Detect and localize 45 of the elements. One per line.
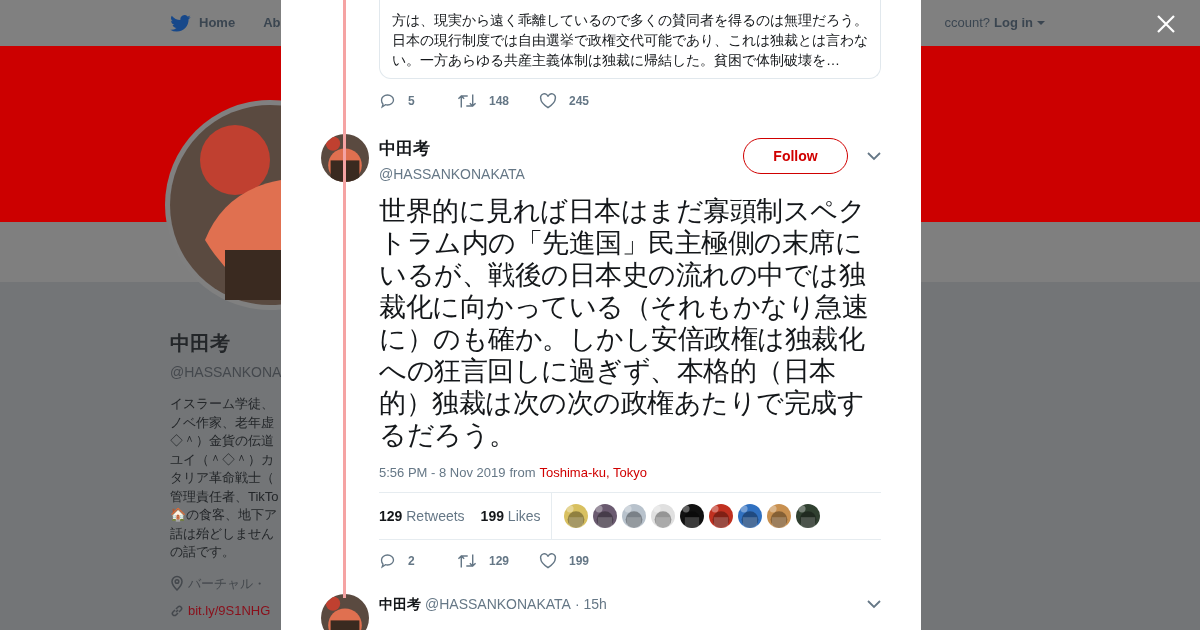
reply-author-handle[interactable]: @HASSANKONAKATA	[425, 594, 571, 615]
link-icon	[170, 603, 184, 618]
account-prompt: ccount?	[944, 14, 990, 33]
location-link[interactable]: Toshima-ku, Tokyo	[539, 462, 647, 482]
profile-name: 中田考	[170, 331, 231, 356]
author-handle[interactable]: @HASSANKONAKATA	[379, 163, 743, 185]
quoted-tweet-card[interactable]: 方は、現実から遠く乖離しているので多くの賛同者を得るのは無理だろう。日本の現行制度では自由選挙で政権交代可能であり、これは独裁とは言わない。一方あらゆる共産主義体制は独裁に帰結した。貧困で体制破壊を…	[379, 0, 881, 79]
reply-count: 2	[408, 553, 415, 570]
like-count: 245	[569, 93, 590, 110]
bio-line: の話です。	[170, 543, 236, 561]
reply-age[interactable]: · 15h	[574, 594, 607, 615]
tweet-text: 世界的に見れば日本はまだ寡頭制スペクトラム内の「先進国」民主極側の末席にいるが、戦後の日本史の流れの中では独裁化に向かっている（それもかなり急速に）のも確か。しかし安倍政権は独裁化への狂言回しに過ぎず、本格的（日本的）独裁は次の次の政権あたりで完成するだろう。	[379, 194, 869, 451]
author-name[interactable]: 中田考	[379, 136, 743, 162]
bio-line: ◇＾）金貨の伝道	[170, 432, 275, 450]
like-count: 199	[569, 553, 590, 570]
tweet-timestamp[interactable]: 5:56 PM - 8 Nov 2019	[379, 462, 506, 482]
bio-line: タリア革命戦士（	[170, 469, 275, 487]
quoted-tweet-text: 方は、現実から遠く乖離しているので多くの賛同者を得るのは無理だろう。日本の現行制度では自由選挙で政権交代可能であり、これは独裁とは言わない。一方あらゆる共産主義体制は独裁に帰結した。貧困で体制破壊を…	[392, 11, 868, 70]
bio-line: 管理責任者、TikTo	[170, 487, 280, 506]
bio-line: 🏠の食客、地下ア	[170, 506, 278, 524]
heart-icon	[539, 93, 557, 109]
retweet-count: 148	[489, 93, 510, 110]
from-label: from	[509, 463, 536, 482]
speech-bubble-icon	[379, 553, 396, 569]
retweet-count: 129	[489, 553, 510, 570]
login-link[interactable]: Log in	[994, 13, 1045, 33]
chevron-down-icon[interactable]	[867, 600, 881, 609]
chevron-down-icon[interactable]	[867, 152, 881, 161]
location-pin-icon	[170, 575, 184, 592]
bio-line: イスラーム学徒、	[170, 395, 275, 413]
bird-icon	[170, 14, 191, 32]
bio-line: ノベ作家、老年虚	[170, 413, 275, 432]
retweet-stat[interactable]: 129 Retweets	[379, 505, 465, 527]
speech-bubble-icon	[379, 93, 396, 109]
reply-count: 5	[408, 93, 415, 110]
bio-line: 話は殆どしません	[170, 524, 275, 543]
heart-icon	[539, 553, 557, 569]
retweet-icon	[457, 553, 477, 569]
reply-author-name[interactable]: 中田考	[379, 594, 421, 615]
nav-link[interactable]: Ab	[263, 13, 281, 33]
nav-link[interactable]: Home	[199, 13, 236, 33]
like-stat[interactable]: 199 Likes	[480, 505, 541, 527]
close-icon[interactable]	[1157, 15, 1175, 33]
retweet-icon	[457, 93, 477, 109]
bio-line: ユイ（＾◇＾）カ	[170, 450, 275, 469]
